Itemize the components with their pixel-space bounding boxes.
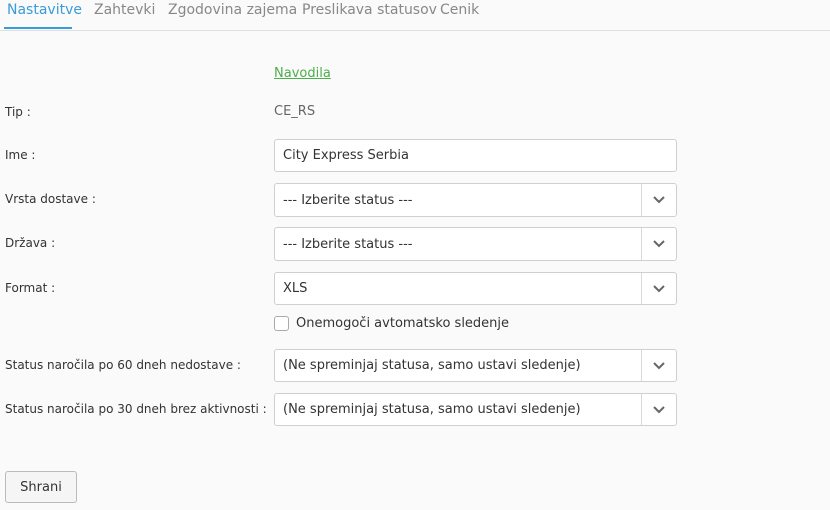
vrsta-dostave-select[interactable]: --- Izberite status --- [274, 183, 677, 217]
chevron-down-icon[interactable] [641, 228, 676, 260]
tab-zahtevki[interactable]: Zahtevki [94, 2, 155, 18]
vrsta-dostave-selected: --- Izberite status --- [283, 193, 413, 208]
tab-bar: Nastavitve Zahtevki Zgodovina zajema Pre… [0, 0, 830, 31]
drzava-select[interactable]: --- Izberite status --- [274, 227, 677, 261]
format-selected: XLS [283, 281, 308, 296]
status-60-select[interactable]: (Ne spreminjaj statusa, samo ustavi sled… [274, 349, 677, 382]
chevron-down-icon[interactable] [641, 350, 676, 381]
tab-zgodovina-zajema[interactable]: Zgodovina zajema [168, 2, 297, 18]
format-label: Format : [5, 281, 56, 295]
active-tab-indicator [4, 27, 72, 29]
ime-input[interactable]: City Express Serbia [274, 139, 677, 172]
disable-tracking-checkbox[interactable] [274, 316, 289, 331]
tab-nastavitve[interactable]: Nastavitve [7, 2, 82, 18]
status-30-label: Status naročila po 30 dneh brez aktivnos… [5, 402, 267, 416]
tip-label: Tip : [5, 105, 31, 119]
chevron-down-icon[interactable] [641, 273, 676, 304]
chevron-down-icon[interactable] [641, 394, 676, 425]
chevron-down-icon[interactable] [641, 184, 676, 216]
tab-preslikava-statusov[interactable]: Preslikava statusov [302, 2, 437, 18]
ime-label: Ime : [5, 148, 36, 162]
disable-tracking-label[interactable]: Onemogoči avtomatsko sledenje [296, 316, 509, 331]
tip-value: CE_RS [274, 104, 316, 119]
status-60-label: Status naročila po 60 dneh nedostave : [5, 358, 241, 372]
status-30-selected: (Ne spreminjaj statusa, samo ustavi sled… [283, 402, 581, 417]
drzava-label: Država : [5, 236, 56, 250]
instructions-link[interactable]: Navodila [274, 66, 331, 81]
drzava-selected: --- Izberite status --- [283, 237, 413, 252]
tab-cenik[interactable]: Cenik [440, 2, 479, 18]
status-60-selected: (Ne spreminjaj statusa, samo ustavi sled… [283, 358, 581, 373]
save-button[interactable]: Shrani [5, 471, 77, 503]
vrsta-dostave-label: Vrsta dostave : [5, 192, 96, 206]
format-select[interactable]: XLS [274, 272, 677, 305]
ime-input-value: City Express Serbia [283, 148, 409, 163]
status-30-select[interactable]: (Ne spreminjaj statusa, samo ustavi sled… [274, 393, 677, 426]
